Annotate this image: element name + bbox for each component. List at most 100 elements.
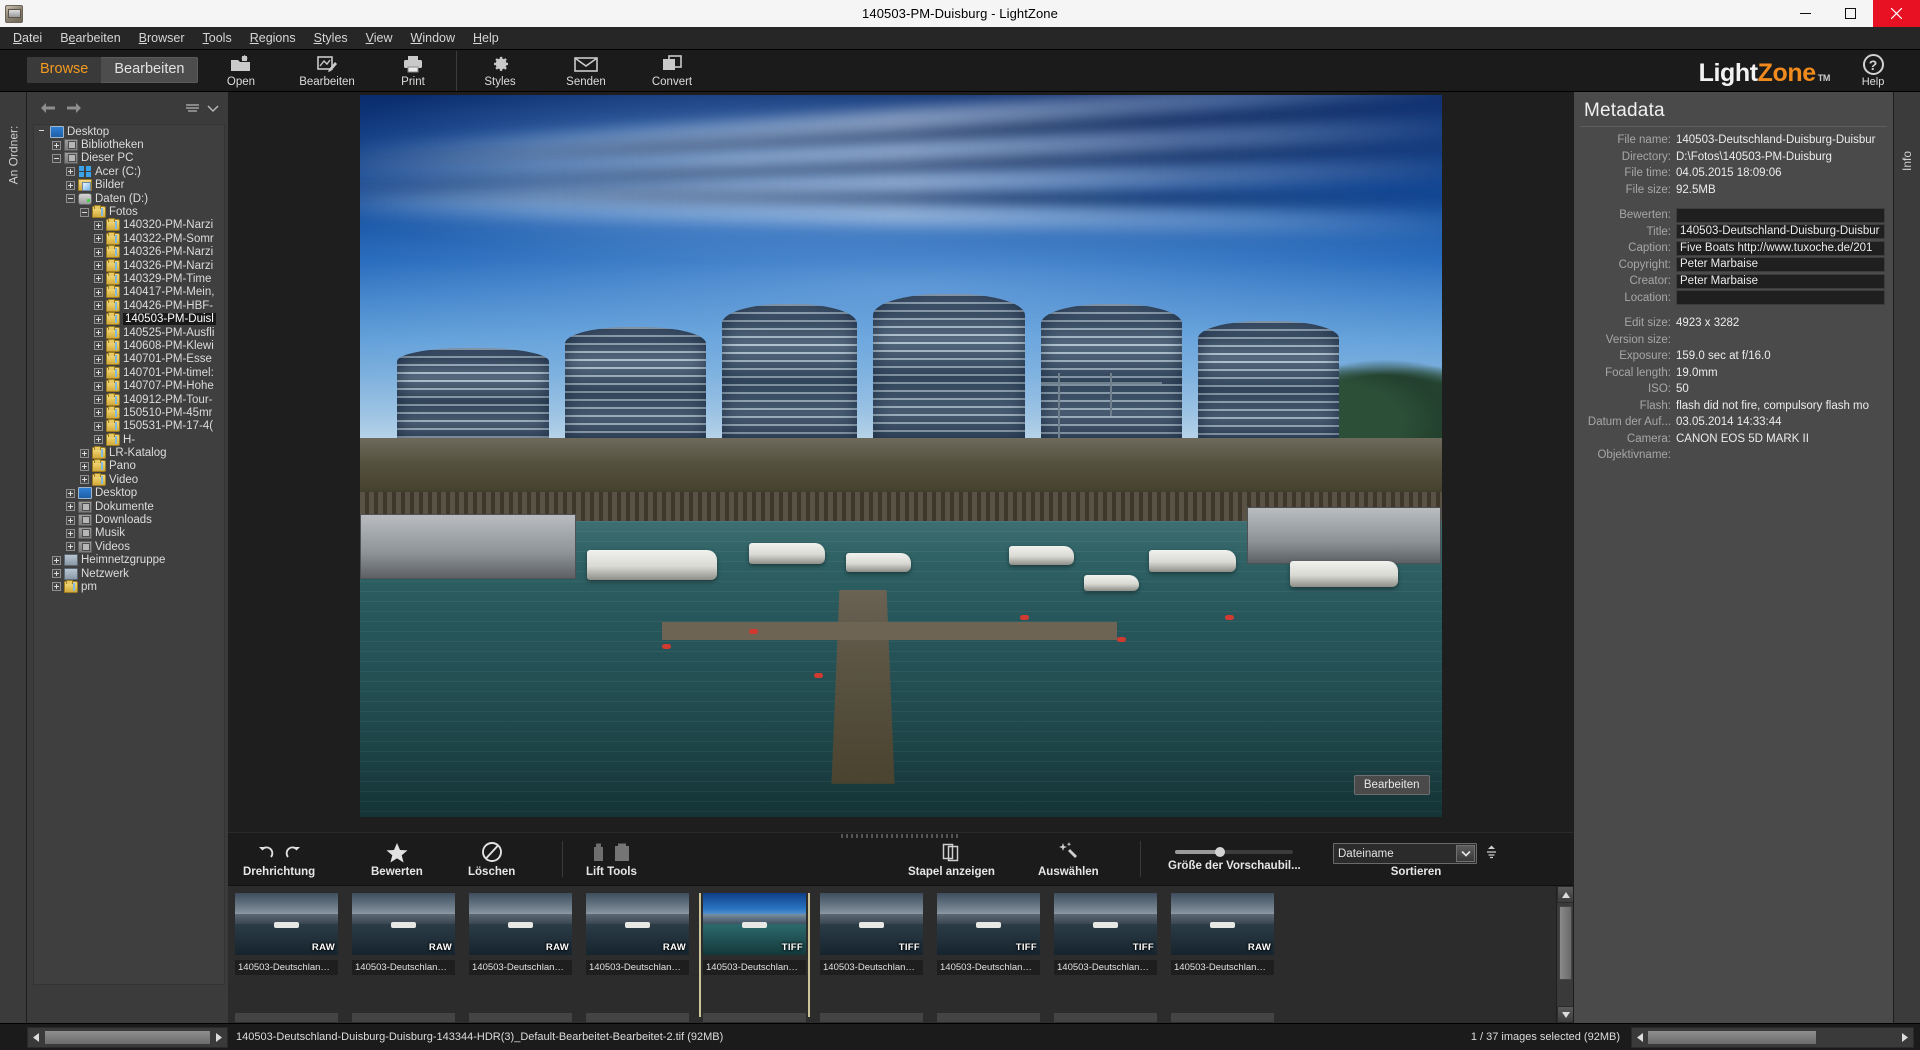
tree-item[interactable]: Video [34,472,224,486]
tree-expander-plus-icon[interactable] [80,461,89,471]
tree-expander-plus-icon[interactable] [94,341,103,351]
chevron-down-icon[interactable] [1456,845,1475,862]
forward-arrow-icon[interactable] [61,97,87,119]
metadata-input[interactable] [1676,290,1885,306]
rotate-button[interactable]: Drehrichtung [243,839,315,878]
tree-item[interactable]: 140608-PM-Klewi [34,338,224,352]
stack-button[interactable]: Stapel anzeigen [908,839,995,878]
tree-expander-plus-icon[interactable] [52,140,61,150]
thumbnail-item[interactable]: RAW 140503-Deutschland-D... [586,893,689,1017]
tree-item[interactable]: Daten (D:) [34,192,224,205]
filmstrip-hscrollbar[interactable] [1631,1027,1914,1048]
tree-item[interactable]: 140525-PM-Ausfli [34,325,224,339]
folder-tree[interactable]: Desktop Bibliotheken Dieser PC Acer (C:) Bil… [33,124,225,985]
tree-item[interactable]: Desktop [34,487,224,500]
back-arrow-icon[interactable] [35,97,61,119]
thumbnail-image[interactable]: RAW [1171,893,1274,955]
tree-item[interactable]: LR-Katalog [34,446,224,460]
help-button[interactable]: ? Help [1848,54,1898,88]
tree-item[interactable]: 140326-PM-Narzi [34,245,224,259]
menu-regions[interactable]: Regions [241,28,305,48]
sort-select[interactable]: Dateiname [1333,843,1477,864]
tree-expander-plus-icon[interactable] [94,435,103,445]
rate-button[interactable]: Bewerten [371,839,423,878]
tree-expander-plus-icon[interactable] [94,314,103,324]
menu-browser[interactable]: Browser [130,28,194,48]
bearbeiten-button[interactable]: Bearbeiten [284,50,370,92]
maximize-button[interactable] [1828,0,1873,27]
scroll-left-icon[interactable] [1632,1028,1648,1047]
tree-item[interactable]: H- [34,432,224,446]
tree-expander-plus-icon[interactable] [52,555,61,565]
tree-item[interactable]: 140701-PM-timel: [34,365,224,379]
tree-expander-plus-icon[interactable] [94,220,103,230]
tree-expander-plus-icon[interactable] [66,167,75,177]
tree-item[interactable]: 140503-PM-Duisl [34,312,224,326]
tree-item[interactable]: Heimnetzgruppe [34,554,224,567]
tree-expander-plus-icon[interactable] [94,247,103,257]
thumbnail-image[interactable]: RAW [469,893,572,955]
folders-rail-tab[interactable]: An Ordner: [0,100,27,210]
tree-expander-plus-icon[interactable] [94,287,103,297]
tree-expander-plus-icon[interactable] [52,582,61,592]
tree-expander-plus-icon[interactable] [66,515,75,525]
tree-item[interactable]: 140417-PM-Mein, [34,285,224,299]
tree-expander-minus-icon[interactable] [80,207,89,217]
tree-expander-plus-icon[interactable] [94,354,103,364]
thumbnail-image[interactable]: TIFF [1054,893,1157,955]
thumbnail-item[interactable]: RAW 140503-Deutschland-D... [352,893,455,1017]
senden-button[interactable]: Senden [543,50,629,92]
scroll-left-icon[interactable] [28,1028,44,1047]
tree-expander-plus-icon[interactable] [94,261,103,271]
open-button[interactable]: Open [198,50,284,92]
tree-expander-plus-icon[interactable] [94,368,103,378]
tree-item[interactable]: Dieser PC [34,152,224,165]
tree-expander-plus-icon[interactable] [94,421,103,431]
tree-item[interactable]: pm [34,579,224,593]
metadata-input[interactable]: Peter Marbaise [1676,273,1885,289]
metadata-input[interactable]: Five Boats http://www.tuxoche.de/201 [1676,240,1885,256]
thumbnail-image[interactable]: TIFF [820,893,923,955]
thumbnail-list[interactable]: RAW 140503-Deutschland-D... RAW 140503-Deut… [235,893,1549,1017]
tree-expander-plus-icon[interactable] [94,381,103,391]
sort-direction-icon[interactable] [1484,844,1499,864]
styles-button[interactable]: Styles [457,50,543,92]
convert-button[interactable]: Convert [629,50,715,92]
folder-panel-hscrollbar[interactable] [27,1027,228,1048]
tree-expander-plus-icon[interactable] [80,475,89,485]
thumbnail-item[interactable]: TIFF 140503-Deutschland-D... [820,893,923,1017]
tree-expander-plus-icon[interactable] [66,542,75,552]
lift-tools-button[interactable]: Lift Tools [586,839,637,878]
tree-item[interactable]: Dokumente [34,500,224,513]
tree-item[interactable]: 140426-PM-HBF- [34,298,224,312]
thumbnail-item[interactable]: RAW 140503-Deutschland-D... [469,893,572,1017]
menu-view[interactable]: View [357,28,402,48]
menu-bearbeiten[interactable]: Bearbeiten [51,28,129,48]
close-button[interactable] [1873,0,1920,27]
tree-item[interactable]: Netzwerk [34,567,224,580]
metadata-input[interactable] [1676,207,1885,223]
tree-expander-plus-icon[interactable] [80,448,89,458]
metadata-input[interactable]: Peter Marbaise [1676,257,1885,273]
tree-item[interactable]: 150510-PM-45mr [34,405,224,419]
scroll-down-icon[interactable] [1557,1006,1574,1023]
filmstrip-scrollbar[interactable] [1556,886,1574,1023]
menu-datei[interactable]: Datei [4,28,51,48]
hscroll-thumb[interactable] [1648,1031,1816,1044]
menu-window[interactable]: Window [402,28,464,48]
mode-bearbeiten-button[interactable]: Bearbeiten [101,57,197,83]
tree-expander-plus-icon[interactable] [66,528,75,538]
tree-item[interactable]: Downloads [34,513,224,527]
minimize-button[interactable] [1783,0,1828,27]
menu-styles[interactable]: Styles [305,28,357,48]
scroll-right-icon[interactable] [211,1028,227,1047]
thumb-size-slider[interactable] [1175,847,1294,857]
tree-item[interactable]: Acer (C:) [34,165,224,178]
print-button[interactable]: Print [370,50,456,92]
tree-item[interactable]: 140707-PM-Hohe [34,379,224,393]
tree-expander-plus-icon[interactable] [94,395,103,404]
tree-expander-plus-icon[interactable] [94,301,103,311]
thumbnail-item[interactable]: RAW 140503-Deutschland-D... [235,893,338,1017]
tree-item[interactable]: Fotos [34,205,224,219]
tree-expander-plus-icon[interactable] [94,274,103,284]
